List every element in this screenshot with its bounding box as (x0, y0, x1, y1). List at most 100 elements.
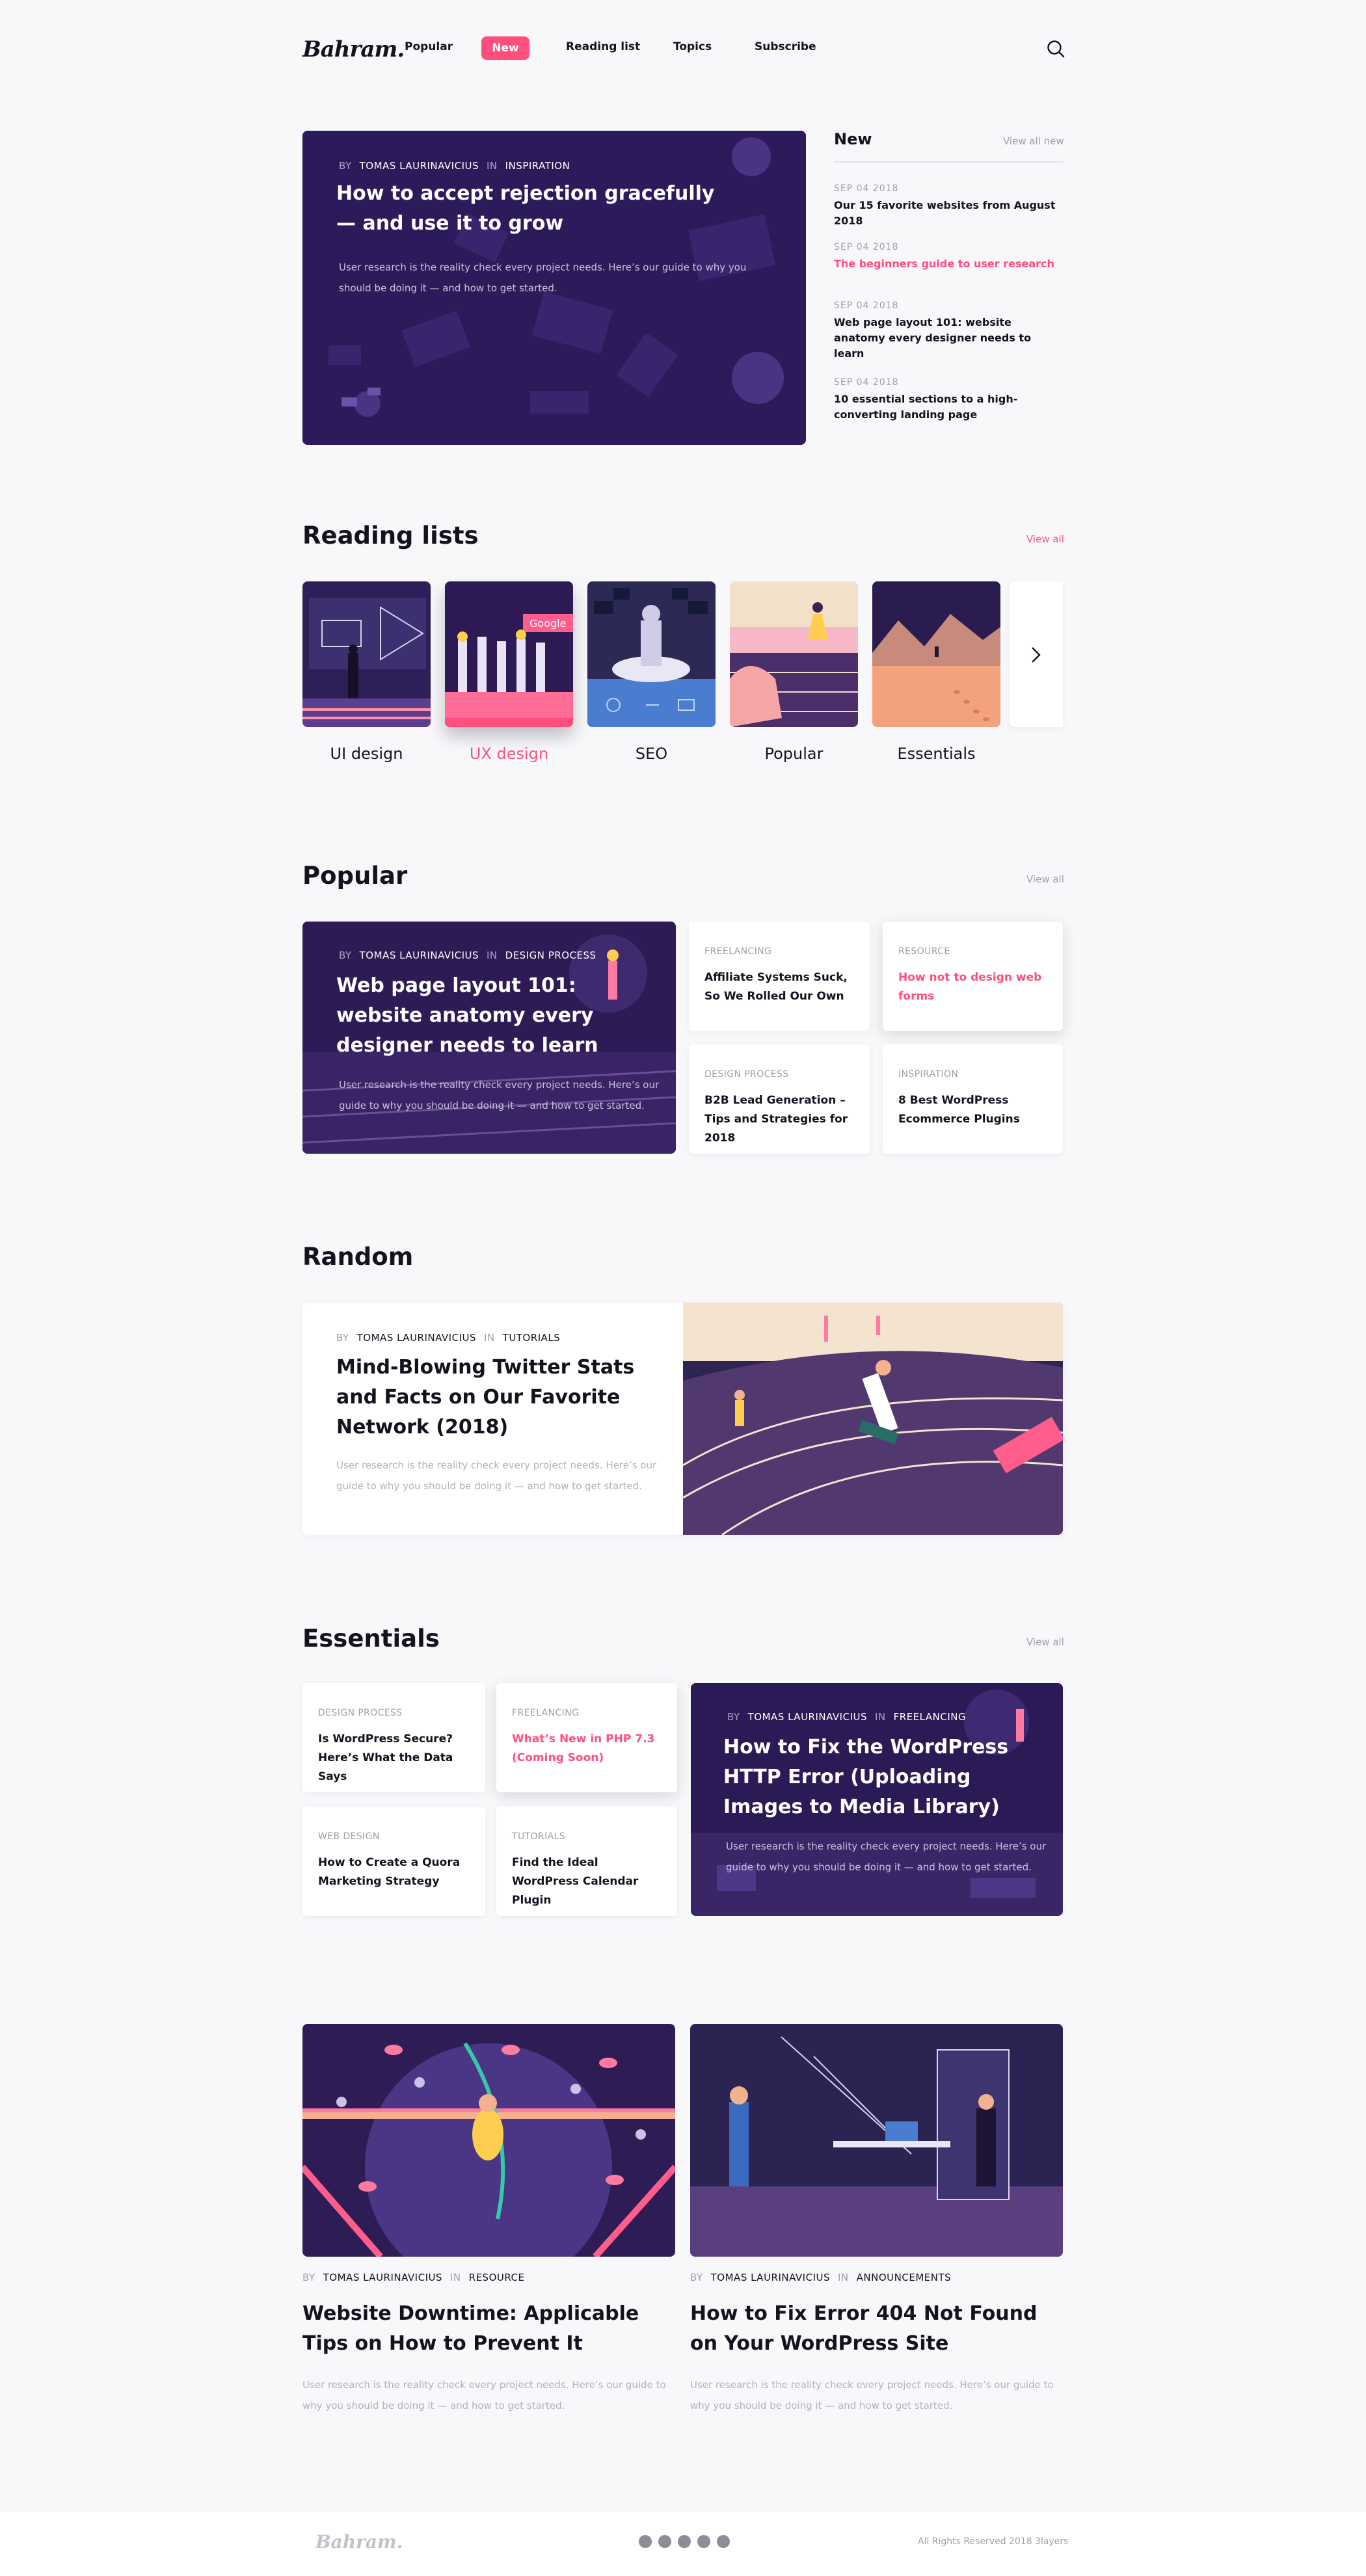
reading-list-tile-seo[interactable] (587, 581, 716, 727)
essentials-view-all[interactable]: View all (1026, 1636, 1064, 1648)
view-all-new-link[interactable]: View all new (1003, 135, 1064, 147)
essentials-card[interactable]: TUTORIALS Find the Ideal WordPress Calen… (496, 1807, 677, 1916)
reading-list-tile-popular[interactable] (730, 581, 858, 727)
pinterest-icon[interactable] (658, 2535, 671, 2548)
essentials-card[interactable]: DESIGN PROCESS Is WordPress Secure? Here… (302, 1683, 485, 1792)
popular-featured-meta: BY TOMAS LAURINAVICIUS IN DESIGN PROCESS (339, 949, 604, 961)
card-category[interactable]: RESOURCE (898, 946, 950, 957)
popular-card[interactable]: FREELANCING Affiliate Systems Suck, So W… (689, 922, 870, 1031)
card-title[interactable]: How not to design web forms (898, 968, 1050, 1006)
essentials-featured-description: User research is the reality check every… (726, 1840, 1047, 1873)
author-link[interactable]: TOMAS LAURINAVICIUS (323, 2272, 442, 2283)
in-label: IN (838, 2272, 849, 2283)
logo[interactable]: Bahram. (302, 36, 405, 62)
reading-list-label[interactable]: UX design (445, 745, 573, 763)
random-meta: BY TOMAS LAURINAVICIUS IN TUTORIALS (336, 1332, 568, 1344)
reading-list-tile-ui-design[interactable] (302, 581, 431, 727)
high-jump-illustration (302, 2024, 675, 2257)
popular-card[interactable]: INSPIRATION 8 Best WordPress Ecommerce P… (883, 1044, 1063, 1154)
card-title[interactable]: 8 Best WordPress Ecommerce Plugins (898, 1091, 1050, 1129)
essentials-card[interactable]: WEB DESIGN How to Create a Quora Marketi… (302, 1807, 485, 1916)
new-item-date: SEP 04 2018 (834, 377, 899, 388)
new-item-date: SEP 04 2018 (834, 242, 899, 252)
author-link[interactable]: TOMAS LAURINAVICIUS (360, 949, 479, 961)
card-title[interactable]: Is WordPress Secure? Here’s What the Dat… (318, 1730, 472, 1786)
reading-lists-view-all[interactable]: View all (1026, 533, 1064, 545)
article-title[interactable]: How to Fix Error 404 Not Found on Your W… (690, 2299, 1054, 2359)
category-link[interactable]: TUTORIALS (503, 1332, 561, 1344)
in-label: IN (487, 949, 498, 961)
medium-icon[interactable] (639, 2535, 652, 2548)
reading-list-label[interactable]: UI design (302, 745, 431, 763)
category-link[interactable]: INSPIRATION (505, 160, 570, 172)
instagram-icon[interactable] (678, 2535, 691, 2548)
card-title[interactable]: How to Create a Quora Marketing Strategy (318, 1853, 472, 1891)
author-link[interactable]: TOMAS LAURINAVICIUS (711, 2272, 830, 2283)
category-link[interactable]: FREELANCING (894, 1711, 966, 1723)
author-link[interactable]: TOMAS LAURINAVICIUS (357, 1332, 476, 1344)
new-item-date: SEP 04 2018 (834, 183, 899, 194)
reading-list-label[interactable]: Essentials (872, 745, 1000, 763)
category-link[interactable]: RESOURCE (469, 2272, 525, 2283)
card-category[interactable]: DESIGN PROCESS (318, 1708, 403, 1718)
new-item-title[interactable]: 10 essential sections to a high-converti… (834, 392, 1049, 423)
in-label: IN (875, 1711, 886, 1723)
card-title[interactable]: Affiliate Systems Suck, So We Rolled Our… (704, 968, 857, 1006)
card-title[interactable]: What’s New in PHP 7.3 (Coming Soon) (512, 1730, 664, 1768)
popular-view-all[interactable]: View all (1026, 873, 1064, 885)
new-item-title[interactable]: Our 15 favorite websites from August 201… (834, 198, 1068, 229)
article-meta: BY TOMAS LAURINAVICIUS IN ANNOUNCEMENTS (690, 2272, 959, 2283)
hero-card[interactable]: BY TOMAS LAURINAVICIUS IN INSPIRATION How t… (302, 131, 806, 445)
popular-card[interactable]: RESOURCE How not to design web forms (883, 922, 1063, 1031)
random-title: Random (302, 1243, 414, 1271)
reading-list-tile-ux-design[interactable]: Google (445, 581, 573, 727)
popular-card[interactable]: DESIGN PROCESS B2B Lead Generation – Tip… (689, 1044, 870, 1154)
reading-list-label[interactable]: SEO (587, 745, 716, 763)
card-category[interactable]: FREELANCING (704, 946, 771, 957)
random-card[interactable]: BY TOMAS LAURINAVICIUS IN TUTORIALS Mind-Bl… (302, 1303, 1063, 1535)
nav-popular[interactable]: Popular (405, 40, 453, 53)
article-image[interactable] (302, 2024, 675, 2257)
author-link[interactable]: TOMAS LAURINAVICIUS (360, 160, 479, 172)
by-label: BY (727, 1711, 740, 1723)
footer-logo[interactable]: Bahram. (315, 2531, 403, 2553)
card-title[interactable]: B2B Lead Generation – Tips and Strategie… (704, 1091, 857, 1148)
card-category[interactable]: INSPIRATION (898, 1069, 958, 1080)
new-item-title[interactable]: The beginners guide to user research (834, 256, 1068, 272)
card-category[interactable]: DESIGN PROCESS (704, 1069, 789, 1080)
category-link[interactable]: DESIGN PROCESS (505, 949, 596, 961)
card-category[interactable]: FREELANCING (512, 1708, 579, 1718)
nav-subscribe[interactable]: Subscribe (755, 40, 816, 53)
card-category[interactable]: TUTORIALS (512, 1831, 565, 1842)
popular-featured-card[interactable]: BY TOMAS LAURINAVICIUS IN DESIGN PROCESS We… (302, 922, 676, 1154)
facebook-icon[interactable] (717, 2535, 730, 2548)
hero-title[interactable]: How to accept rejection gracefully — and… (336, 179, 727, 239)
new-item-title[interactable]: Web page layout 101: website anatomy eve… (834, 315, 1049, 362)
essentials-featured-card[interactable]: BY TOMAS LAURINAVICIUS IN FREELANCING How t… (691, 1683, 1063, 1916)
article-image[interactable] (690, 2024, 1063, 2257)
article-title[interactable]: Website Downtime: Applicable Tips on How… (302, 2299, 667, 2359)
ui-design-illustration (302, 581, 431, 727)
card-category[interactable]: WEB DESIGN (318, 1831, 380, 1842)
hero-meta: BY TOMAS LAURINAVICIUS IN INSPIRATION (339, 160, 578, 172)
nav-topics[interactable]: Topics (673, 40, 712, 53)
nav-new[interactable]: New (481, 36, 529, 60)
popular-title: Popular (302, 862, 408, 890)
popular-featured-title[interactable]: Web page layout 101: website anatomy eve… (336, 971, 642, 1061)
card-title[interactable]: Find the Ideal WordPress Calendar Plugin (512, 1853, 664, 1910)
author-link[interactable]: TOMAS LAURINAVICIUS (748, 1711, 867, 1723)
reading-list-tile-essentials[interactable] (872, 581, 1000, 727)
search-icon[interactable] (1046, 39, 1065, 59)
reading-lists-next-button[interactable] (1010, 581, 1063, 727)
in-label: IN (450, 2272, 461, 2283)
random-article-title[interactable]: Mind-Blowing Twitter Stats and Facts on … (336, 1353, 649, 1442)
essentials-featured-title[interactable]: How to Fix the WordPress HTTP Error (Upl… (723, 1733, 1049, 1822)
chevron-right-icon (1032, 647, 1041, 663)
nav-reading-list[interactable]: Reading list (566, 40, 640, 53)
article-meta: BY TOMAS LAURINAVICIUS IN RESOURCE (302, 2272, 533, 2283)
reading-list-label[interactable]: Popular (730, 745, 858, 763)
new-item-date: SEP 04 2018 (834, 300, 899, 311)
twitter-icon[interactable] (697, 2535, 710, 2548)
essentials-card[interactable]: FREELANCING What’s New in PHP 7.3 (Comin… (496, 1683, 677, 1792)
category-link[interactable]: ANNOUNCEMENTS (857, 2272, 951, 2283)
